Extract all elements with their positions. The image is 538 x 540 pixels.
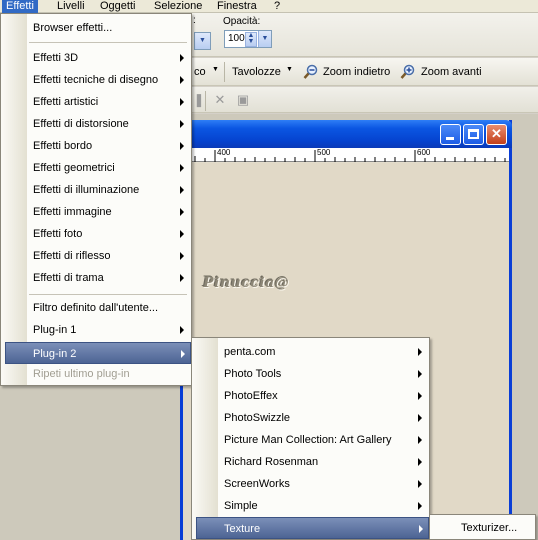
menu-item-effetti-foto[interactable]: Effetti foto [3, 223, 189, 245]
menu-bar: Effetti Livelli Oggetti Selezione Finest… [0, 0, 538, 13]
ruler-ticks [194, 150, 506, 162]
menu-item-plug-in-2[interactable]: Plug-in 2 [5, 342, 191, 364]
zoom-in-button[interactable]: Zoom avanti [421, 66, 482, 78]
menu-item-effetti-artistici[interactable]: Effetti artistici [3, 91, 189, 113]
menu-item-effetti-distorsione[interactable]: Effetti di distorsione [3, 113, 189, 135]
submenu-arrow-icon [180, 54, 184, 62]
menu-item-texture[interactable]: Texture [196, 517, 429, 539]
toolbar-separator [205, 91, 206, 111]
submenu-arrow-icon [180, 208, 184, 216]
menu-oggetti[interactable]: Oggetti [96, 0, 139, 13]
zoom-out-icon[interactable] [303, 64, 319, 80]
menu-item-richard-rosenman[interactable]: Richard Rosenman [194, 451, 427, 473]
toolbar-separator [224, 62, 225, 82]
opacity-label: Opacità: [223, 16, 261, 27]
partial-toolbar-label[interactable]: co [194, 66, 206, 78]
menu-item-photo-tools[interactable]: Photo Tools [194, 363, 427, 385]
submenu-arrow-icon [180, 120, 184, 128]
menu-effetti[interactable]: Effetti [2, 0, 38, 13]
submenu-arrow-icon [181, 350, 185, 358]
menu-item-effetti-illuminazione[interactable]: Effetti di illuminazione [3, 179, 189, 201]
menu-separator [29, 294, 187, 295]
tavolozze-dropdown-icon[interactable]: ▼ [286, 66, 293, 73]
submenu-arrow-icon [180, 326, 184, 334]
submenu-arrow-icon [180, 164, 184, 172]
submenu-arrow-icon [180, 76, 184, 84]
menu-item-photoeffex[interactable]: PhotoEffex [194, 385, 427, 407]
canvas-watermark: Pinuccia@ [203, 275, 290, 291]
menu-item-plug-in-1[interactable]: Plug-in 1 [3, 319, 189, 341]
effetti-menu: Browser effetti... Effetti 3D Effetti te… [0, 13, 192, 386]
delete-icon[interactable]: ✕ [213, 93, 227, 107]
opacity-field[interactable]: 100 ▲ ▼ ▼ [224, 30, 272, 48]
minimize-icon [446, 137, 454, 140]
texture-submenu: Texturizer... [429, 514, 536, 540]
submenu-arrow-icon [419, 525, 423, 533]
menu-item-simple[interactable]: Simple [194, 495, 427, 517]
menu-item-photoswizzle[interactable]: PhotoSwizzle [194, 407, 427, 429]
menu-item-screenworks[interactable]: ScreenWorks [194, 473, 427, 495]
submenu-arrow-icon [418, 458, 422, 466]
submenu-arrow-icon [180, 230, 184, 238]
menu-item-browser-effetti[interactable]: Browser effetti... [3, 17, 189, 39]
zoom-out-button[interactable]: Zoom indietro [323, 66, 390, 78]
ruler-label: 400 [217, 148, 231, 157]
opacity-spinner[interactable]: ▲ ▼ [245, 32, 257, 47]
partial-dropdown-icon[interactable]: ▼ [212, 66, 219, 73]
submenu-arrow-icon [418, 414, 422, 422]
left-dropdown-button[interactable]: ▼ [194, 32, 211, 50]
submenu-arrow-icon [418, 392, 422, 400]
horizontal-ruler: 400 500 600 [183, 148, 509, 162]
menu-help[interactable]: ? [270, 0, 284, 13]
submenu-arrow-icon [418, 370, 422, 378]
menu-item-penta-com[interactable]: penta.com [194, 341, 427, 363]
submenu-arrow-icon [180, 274, 184, 282]
submenu-arrow-icon [180, 98, 184, 106]
menu-selezione[interactable]: Selezione [150, 0, 206, 13]
close-button[interactable]: ✕ [486, 124, 507, 145]
ruler-label: 500 [317, 148, 331, 157]
save-icon[interactable]: ▣ [236, 93, 250, 107]
menu-item-filtro-utente[interactable]: Filtro definito dall'utente... [3, 297, 189, 319]
submenu-arrow-icon [180, 252, 184, 260]
opacity-dropdown-icon[interactable]: ▼ [258, 31, 271, 47]
menu-item-effetti-tecniche-disegno[interactable]: Effetti tecniche di disegno [3, 69, 189, 91]
opacity-value: 100 [228, 33, 245, 44]
close-icon: ✕ [491, 126, 502, 141]
maximize-button[interactable] [463, 124, 484, 145]
menu-item-effetti-riflesso[interactable]: Effetti di riflesso [3, 245, 189, 267]
menu-item-effetti-immagine[interactable]: Effetti immagine [3, 201, 189, 223]
menu-item-effetti-trama[interactable]: Effetti di trama [3, 267, 189, 289]
menu-item-effetti-bordo[interactable]: Effetti bordo [3, 135, 189, 157]
menu-finestra[interactable]: Finestra [213, 0, 261, 13]
menu-livelli[interactable]: Livelli [53, 0, 89, 13]
zoom-in-icon[interactable] [400, 64, 416, 80]
submenu-arrow-icon [180, 142, 184, 150]
menu-item-picture-man-collection[interactable]: Picture Man Collection: Art Gallery [194, 429, 427, 451]
minimize-button[interactable] [440, 124, 461, 145]
image-window-titlebar[interactable]: ✕ [180, 120, 512, 148]
menu-item-effetti-geometrici[interactable]: Effetti geometrici [3, 157, 189, 179]
plug-in-2-submenu: penta.com Photo Tools PhotoEffex PhotoSw… [191, 337, 430, 540]
menu-item-texturizer[interactable]: Texturizer... [432, 517, 533, 539]
submenu-arrow-icon [418, 436, 422, 444]
submenu-arrow-icon [180, 186, 184, 194]
ruler-label: 600 [417, 148, 431, 157]
submenu-arrow-icon [418, 348, 422, 356]
maximize-icon [468, 129, 479, 139]
tavolozze-menu[interactable]: Tavolozze [232, 66, 281, 78]
menu-item-effetti-3d[interactable]: Effetti 3D [3, 47, 189, 69]
submenu-arrow-icon [418, 480, 422, 488]
menu-item-ripeti-plug-in: Ripeti ultimo plug-in [33, 368, 130, 380]
menu-separator [29, 42, 187, 43]
submenu-arrow-icon [418, 502, 422, 510]
pause-icon[interactable]: ❚ [192, 93, 206, 107]
options-colon: : [193, 15, 196, 26]
